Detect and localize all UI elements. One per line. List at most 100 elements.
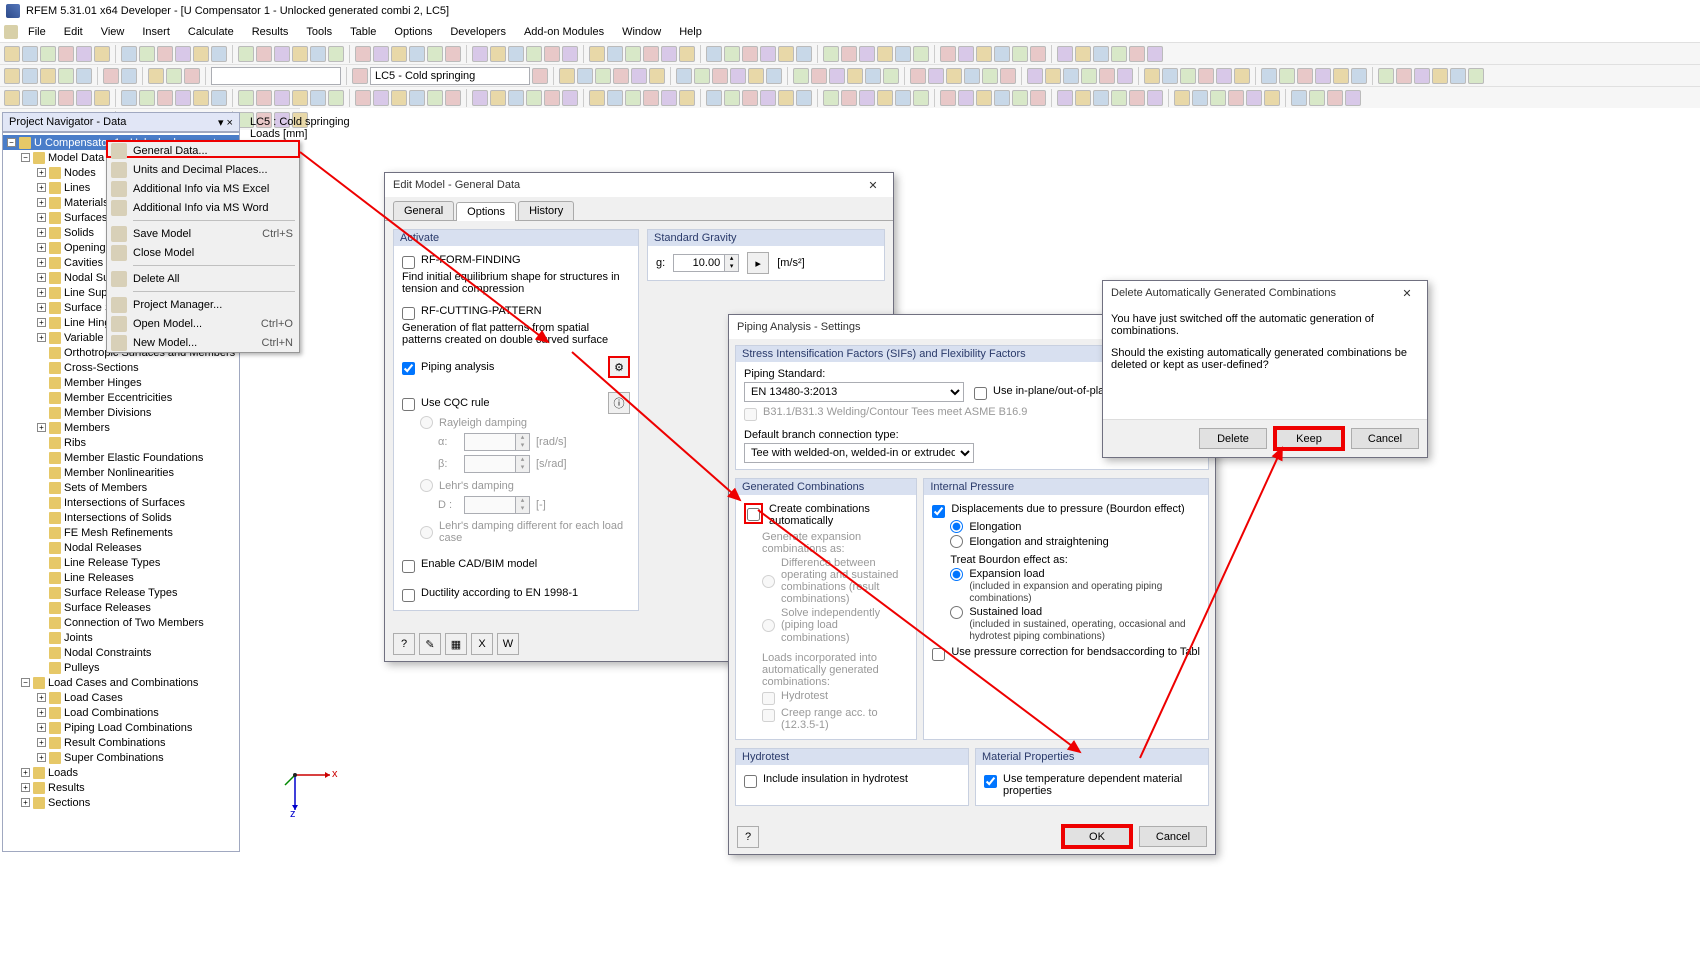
tool-icon[interactable]	[1327, 90, 1343, 106]
tool-icon[interactable]	[427, 90, 443, 106]
tool-icon[interactable]	[1057, 90, 1073, 106]
tree-item[interactable]: FE Mesh Refinements	[3, 525, 239, 540]
delete-button[interactable]: Delete	[1199, 428, 1267, 449]
tool-icon[interactable]	[373, 90, 389, 106]
tree-item[interactable]: Pulleys	[3, 660, 239, 675]
context-menu-item[interactable]: Units and Decimal Places...	[107, 160, 299, 179]
tool-icon[interactable]	[4, 46, 20, 62]
tool-icon[interactable]	[679, 90, 695, 106]
tool-icon[interactable]	[526, 46, 542, 62]
tool-icon[interactable]	[94, 46, 110, 62]
tool-icon[interactable]	[1333, 68, 1349, 84]
tool-icon[interactable]	[1111, 46, 1127, 62]
tool-icon[interactable]	[22, 90, 38, 106]
tool-icon[interactable]	[58, 68, 74, 84]
tool-icon[interactable]	[793, 68, 809, 84]
tool-icon[interactable]	[994, 90, 1010, 106]
context-menu-item[interactable]: Close Model	[107, 243, 299, 262]
context-menu-item[interactable]: General Data...	[107, 141, 299, 160]
tool-icon[interactable]	[1063, 68, 1079, 84]
toolbar-combo-loadcase[interactable]	[370, 67, 530, 85]
context-menu-item[interactable]: New Model...Ctrl+N	[107, 333, 299, 352]
tool-icon[interactable]	[1117, 68, 1133, 84]
menu-file[interactable]: File	[20, 24, 54, 40]
tool-icon[interactable]	[58, 46, 74, 62]
tool-icon[interactable]	[712, 68, 728, 84]
tool-icon[interactable]	[796, 90, 812, 106]
dialog-tabs[interactable]: General Options History	[385, 197, 893, 221]
context-menu-item[interactable]: Save ModelCtrl+S	[107, 224, 299, 243]
tool-icon[interactable]	[1081, 68, 1097, 84]
tree-item[interactable]: +Result Combinations	[3, 735, 239, 750]
rad-sustained-load[interactable]	[950, 606, 963, 619]
tool-icon[interactable]	[643, 90, 659, 106]
menu-tools[interactable]: Tools	[298, 24, 340, 40]
tree-item[interactable]: Ribs	[3, 435, 239, 450]
tool-icon[interactable]	[661, 90, 677, 106]
tool-icon[interactable]	[1162, 68, 1178, 84]
tool-icon[interactable]	[1210, 90, 1226, 106]
menu-bar[interactable]: File Edit View Insert Calculate Results …	[0, 22, 1700, 42]
tool-icon[interactable]	[796, 46, 812, 62]
context-menu-item[interactable]: Additional Info via MS Word	[107, 198, 299, 217]
tool-icon[interactable]	[292, 90, 308, 106]
tool-icon[interactable]	[940, 90, 956, 106]
tool-icon[interactable]	[1315, 68, 1331, 84]
cancel-button[interactable]: Cancel	[1139, 826, 1207, 847]
tool-icon[interactable]	[877, 46, 893, 62]
tool-icon[interactable]	[1027, 68, 1043, 84]
tree-item[interactable]: Nodal Releases	[3, 540, 239, 555]
tool-icon[interactable]	[103, 68, 119, 84]
chk-pressure-corr[interactable]	[932, 648, 945, 661]
close-icon[interactable]: ✕	[861, 176, 885, 194]
tool-icon[interactable]	[577, 68, 593, 84]
tool-icon[interactable]	[1093, 46, 1109, 62]
tool-icon[interactable]	[1264, 90, 1280, 106]
menu-calculate[interactable]: Calculate	[180, 24, 242, 40]
word-export-icon[interactable]: W	[497, 633, 519, 655]
ok-button[interactable]: OK	[1063, 826, 1131, 847]
tool-icon[interactable]	[355, 90, 371, 106]
tool-icon[interactable]	[742, 46, 758, 62]
chk-piping-analysis[interactable]	[402, 362, 415, 375]
tool-icon[interactable]	[1198, 68, 1214, 84]
tool-icon[interactable]	[121, 46, 137, 62]
tree-item[interactable]: Sets of Members	[3, 480, 239, 495]
tool-icon[interactable]	[490, 46, 506, 62]
tool-icon[interactable]	[964, 68, 980, 84]
tool-icon[interactable]	[256, 46, 272, 62]
tool-icon[interactable]	[1057, 46, 1073, 62]
cancel-button[interactable]: Cancel	[1351, 428, 1419, 449]
tool-icon[interactable]	[292, 46, 308, 62]
menu-options[interactable]: Options	[386, 24, 440, 40]
tree-item[interactable]: +Members	[3, 420, 239, 435]
tool-icon[interactable]	[175, 46, 191, 62]
tool-icon[interactable]	[310, 46, 326, 62]
select-piping-standard[interactable]: EN 13480-3:2013	[744, 382, 964, 402]
tool-icon[interactable]	[895, 46, 911, 62]
tool-icon[interactable]	[1045, 68, 1061, 84]
tool-icon[interactable]	[1246, 90, 1262, 106]
nav-next-icon[interactable]	[532, 68, 548, 84]
tool-icon[interactable]	[211, 46, 227, 62]
tree-item[interactable]: Member Eccentricities	[3, 390, 239, 405]
toolbar-combo-a[interactable]	[211, 67, 341, 85]
tree-item[interactable]: +Piping Load Combinations	[3, 720, 239, 735]
dialog-delete-combi[interactable]: Delete Automatically Generated Combinati…	[1102, 280, 1428, 458]
tool-icon[interactable]	[4, 68, 20, 84]
tool-icon[interactable]	[238, 90, 254, 106]
toolbar-2[interactable]	[0, 64, 1700, 86]
tool-icon[interactable]	[748, 68, 764, 84]
tool-icon[interactable]	[328, 90, 344, 106]
tool-icon[interactable]	[121, 68, 137, 84]
tool-icon[interactable]	[865, 68, 881, 84]
tool-icon[interactable]	[355, 46, 371, 62]
tool-icon[interactable]	[4, 90, 20, 106]
tool-icon[interactable]	[1129, 90, 1145, 106]
toolbar-3[interactable]	[0, 86, 1700, 108]
tool-icon[interactable]	[40, 90, 56, 106]
tool-icon[interactable]	[76, 46, 92, 62]
tool-icon[interactable]	[175, 90, 191, 106]
tool-icon[interactable]: ▦	[445, 633, 467, 655]
tool-icon[interactable]	[913, 46, 929, 62]
